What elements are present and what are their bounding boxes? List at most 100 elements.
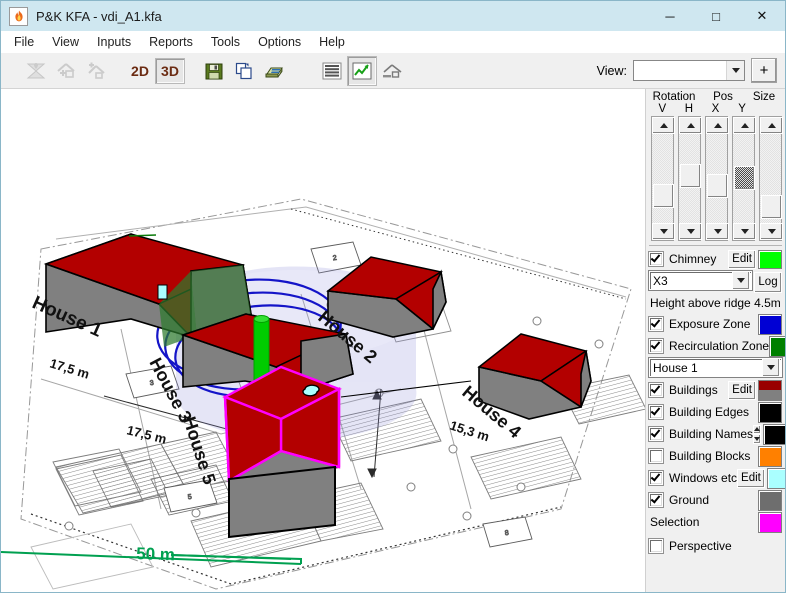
- size-slider[interactable]: [759, 116, 783, 241]
- building-names-color-swatch[interactable]: [763, 423, 785, 445]
- scene-canvas[interactable]: 1 2 3 5 8: [1, 89, 646, 592]
- chart-view-icon[interactable]: [347, 55, 377, 86]
- printer-icon[interactable]: [259, 56, 289, 86]
- rotation-group-label: Rotation: [652, 91, 696, 103]
- recirculation-zone-checkbox[interactable]: [649, 339, 663, 353]
- menu-help[interactable]: Help: [310, 33, 354, 51]
- perspective-checkbox[interactable]: [649, 539, 663, 553]
- rotation-v-slider[interactable]: [651, 116, 675, 241]
- recirculation-zone-color-swatch[interactable]: [769, 335, 785, 357]
- slider-up-arrow[interactable]: [760, 117, 783, 134]
- building-blocks-label: Building Blocks: [669, 449, 751, 463]
- menu-reports[interactable]: Reports: [140, 33, 202, 51]
- windows-etc-color-swatch[interactable]: [766, 467, 785, 489]
- exposure-zone-color-swatch[interactable]: [758, 313, 782, 335]
- buildings-row: Buildings Edit: [649, 379, 782, 401]
- building-edges-color-swatch[interactable]: [758, 401, 782, 423]
- recirculation-zone-label: Recirculation Zone: [669, 339, 770, 353]
- spinner-down-arrow[interactable]: [753, 434, 762, 444]
- pos-x-slider[interactable]: [705, 116, 729, 241]
- menu-inputs[interactable]: Inputs: [88, 33, 140, 51]
- buildings-edit-button[interactable]: Edit: [728, 380, 756, 400]
- view-label: View:: [596, 63, 627, 78]
- toolbar: 2D 3D View: +: [1, 53, 785, 89]
- slider-down-arrow[interactable]: [733, 223, 756, 240]
- floppy-disk-icon[interactable]: [199, 56, 229, 86]
- slider-up-arrow[interactable]: [652, 117, 675, 134]
- menu-tools[interactable]: Tools: [202, 33, 249, 51]
- slider-up-arrow[interactable]: [679, 117, 702, 134]
- slider-down-arrow[interactable]: [706, 223, 729, 240]
- add-view-button[interactable]: +: [751, 58, 777, 83]
- menu-options[interactable]: Options: [249, 33, 310, 51]
- slider-track[interactable]: [652, 133, 673, 224]
- scene-view-icon[interactable]: [377, 56, 407, 86]
- building-names-checkbox[interactable]: [649, 427, 663, 441]
- chimney-edit-button[interactable]: Edit: [728, 249, 756, 269]
- view-combobox[interactable]: [633, 60, 745, 81]
- chimney-color-swatch[interactable]: [758, 249, 782, 269]
- building-edges-checkbox[interactable]: [649, 405, 663, 419]
- buildings-color-swatch[interactable]: [758, 379, 782, 401]
- slider-down-arrow[interactable]: [760, 223, 783, 240]
- windows-etc-edit-button[interactable]: Edit: [737, 468, 765, 488]
- new-site-icon[interactable]: [21, 56, 51, 86]
- selection-color-swatch[interactable]: [758, 511, 782, 533]
- slider-thumb[interactable]: [761, 195, 782, 219]
- building-blocks-checkbox[interactable]: [649, 449, 663, 463]
- slider-thumb[interactable]: [680, 164, 701, 188]
- application-window: P&K KFA - vdi_A1.kfa ─ □ ✕ File View Inp…: [0, 0, 786, 593]
- slider-down-arrow[interactable]: [679, 223, 702, 240]
- recirculation-zone-row: Recirculation Zone: [649, 335, 785, 357]
- slider-thumb[interactable]: [653, 184, 674, 208]
- log-button[interactable]: Log: [754, 271, 782, 293]
- building-names-size-spinner[interactable]: [753, 424, 762, 444]
- buildings-label: Buildings: [669, 383, 718, 397]
- pos-y-slider[interactable]: [732, 116, 756, 241]
- exposure-zone-label: Exposure Zone: [669, 317, 751, 331]
- windows-etc-row: Windows etc Edit: [649, 467, 785, 489]
- rotation-h-label: H: [684, 103, 694, 115]
- exposure-zone-row: Exposure Zone: [649, 313, 782, 335]
- house-select-value: House 1: [653, 360, 698, 375]
- chimney-checkbox[interactable]: [649, 252, 663, 266]
- size-axis-label: [755, 103, 782, 115]
- close-button[interactable]: ✕: [739, 1, 785, 31]
- spinner-up-arrow[interactable]: [753, 424, 762, 434]
- chimney-select[interactable]: X3: [648, 270, 753, 291]
- mode-2d-button[interactable]: 2D: [125, 58, 155, 84]
- slider-up-arrow[interactable]: [733, 117, 756, 134]
- building-blocks-color-swatch[interactable]: [758, 445, 782, 467]
- chimney-select-row: X3 Log: [648, 270, 782, 293]
- house-select[interactable]: House 1: [648, 357, 783, 378]
- buildings-checkbox[interactable]: [649, 383, 663, 397]
- menu-file[interactable]: File: [5, 33, 43, 51]
- copy-pages-icon[interactable]: [229, 56, 259, 86]
- minimize-button[interactable]: ─: [647, 1, 693, 31]
- exposure-zone-checkbox[interactable]: [649, 317, 663, 331]
- list-view-icon[interactable]: [317, 56, 347, 86]
- maximize-button[interactable]: □: [693, 1, 739, 31]
- add-house-icon[interactable]: [51, 56, 81, 86]
- main-body: 1 2 3 5 8: [1, 89, 785, 592]
- selection-label: Selection: [650, 515, 700, 529]
- ground-checkbox[interactable]: [649, 493, 663, 507]
- perspective-label: Perspective: [669, 539, 732, 553]
- properties-panel: Rotation Pos Size V H X Y Chimney Edit X…: [646, 89, 785, 592]
- slider-up-arrow[interactable]: [706, 117, 729, 134]
- slider-down-arrow[interactable]: [652, 223, 675, 240]
- menu-view[interactable]: View: [43, 33, 88, 51]
- rotation-h-slider[interactable]: [678, 116, 702, 241]
- chimney-label: Chimney: [669, 252, 717, 266]
- add-chimney-icon[interactable]: [81, 56, 111, 86]
- pos-y-label: Y: [738, 103, 746, 115]
- window-title: P&K KFA - vdi_A1.kfa: [36, 8, 162, 24]
- windows-etc-checkbox[interactable]: [649, 471, 663, 485]
- slider-thumb[interactable]: [734, 166, 755, 190]
- mode-3d-button[interactable]: 3D: [155, 57, 185, 84]
- slider-thumb[interactable]: [707, 174, 728, 198]
- selection-row: Selection: [649, 511, 782, 533]
- rotation-v-label: V: [658, 103, 667, 115]
- scale-bar-label: 50 m: [136, 544, 175, 564]
- ground-color-swatch[interactable]: [758, 489, 782, 511]
